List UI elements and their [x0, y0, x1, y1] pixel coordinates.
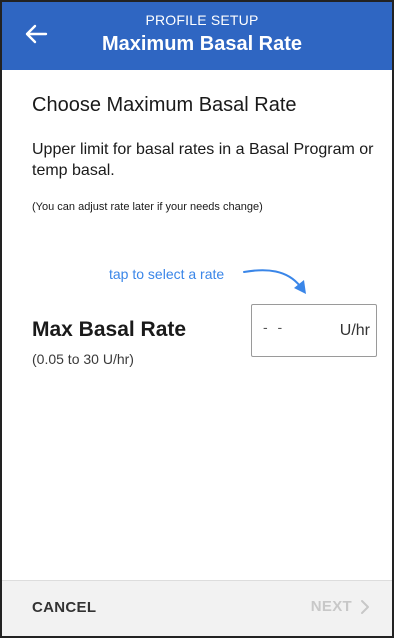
rate-unit: U/hr	[339, 322, 370, 339]
app-screen: PROFILE SETUP Maximum Basal Rate Choose …	[0, 0, 394, 638]
cancel-button[interactable]: CANCEL	[32, 599, 96, 616]
adjust-note: (You can adjust rate later if your needs…	[32, 201, 263, 213]
section-heading: Choose Maximum Basal Rate	[32, 94, 297, 116]
page-title: Maximum Basal Rate	[101, 33, 303, 55]
description-text: Upper limit for basal rates in a Basal P…	[32, 141, 374, 179]
max-basal-rate-input[interactable]: - - U/hr	[251, 304, 377, 357]
footer-bar: CANCEL NEXT	[2, 580, 392, 636]
rate-value: - -	[263, 319, 286, 335]
curved-arrow-icon	[243, 269, 306, 294]
header-bar: PROFILE SETUP Maximum Basal Rate	[2, 2, 392, 70]
next-button-label: NEXT	[310, 598, 352, 615]
header-subtitle: PROFILE SETUP	[145, 12, 259, 28]
next-button[interactable]: NEXT	[311, 598, 370, 615]
tap-hint-text: tap to select a rate	[109, 266, 225, 282]
chevron-right-icon	[361, 599, 369, 614]
main-content: Choose Maximum Basal Rate Upper limit fo…	[32, 94, 374, 213]
rate-range-text: (0.05 to 30 U/hr)	[32, 351, 134, 367]
max-basal-rate-label: Max Basal Rate	[32, 318, 187, 341]
